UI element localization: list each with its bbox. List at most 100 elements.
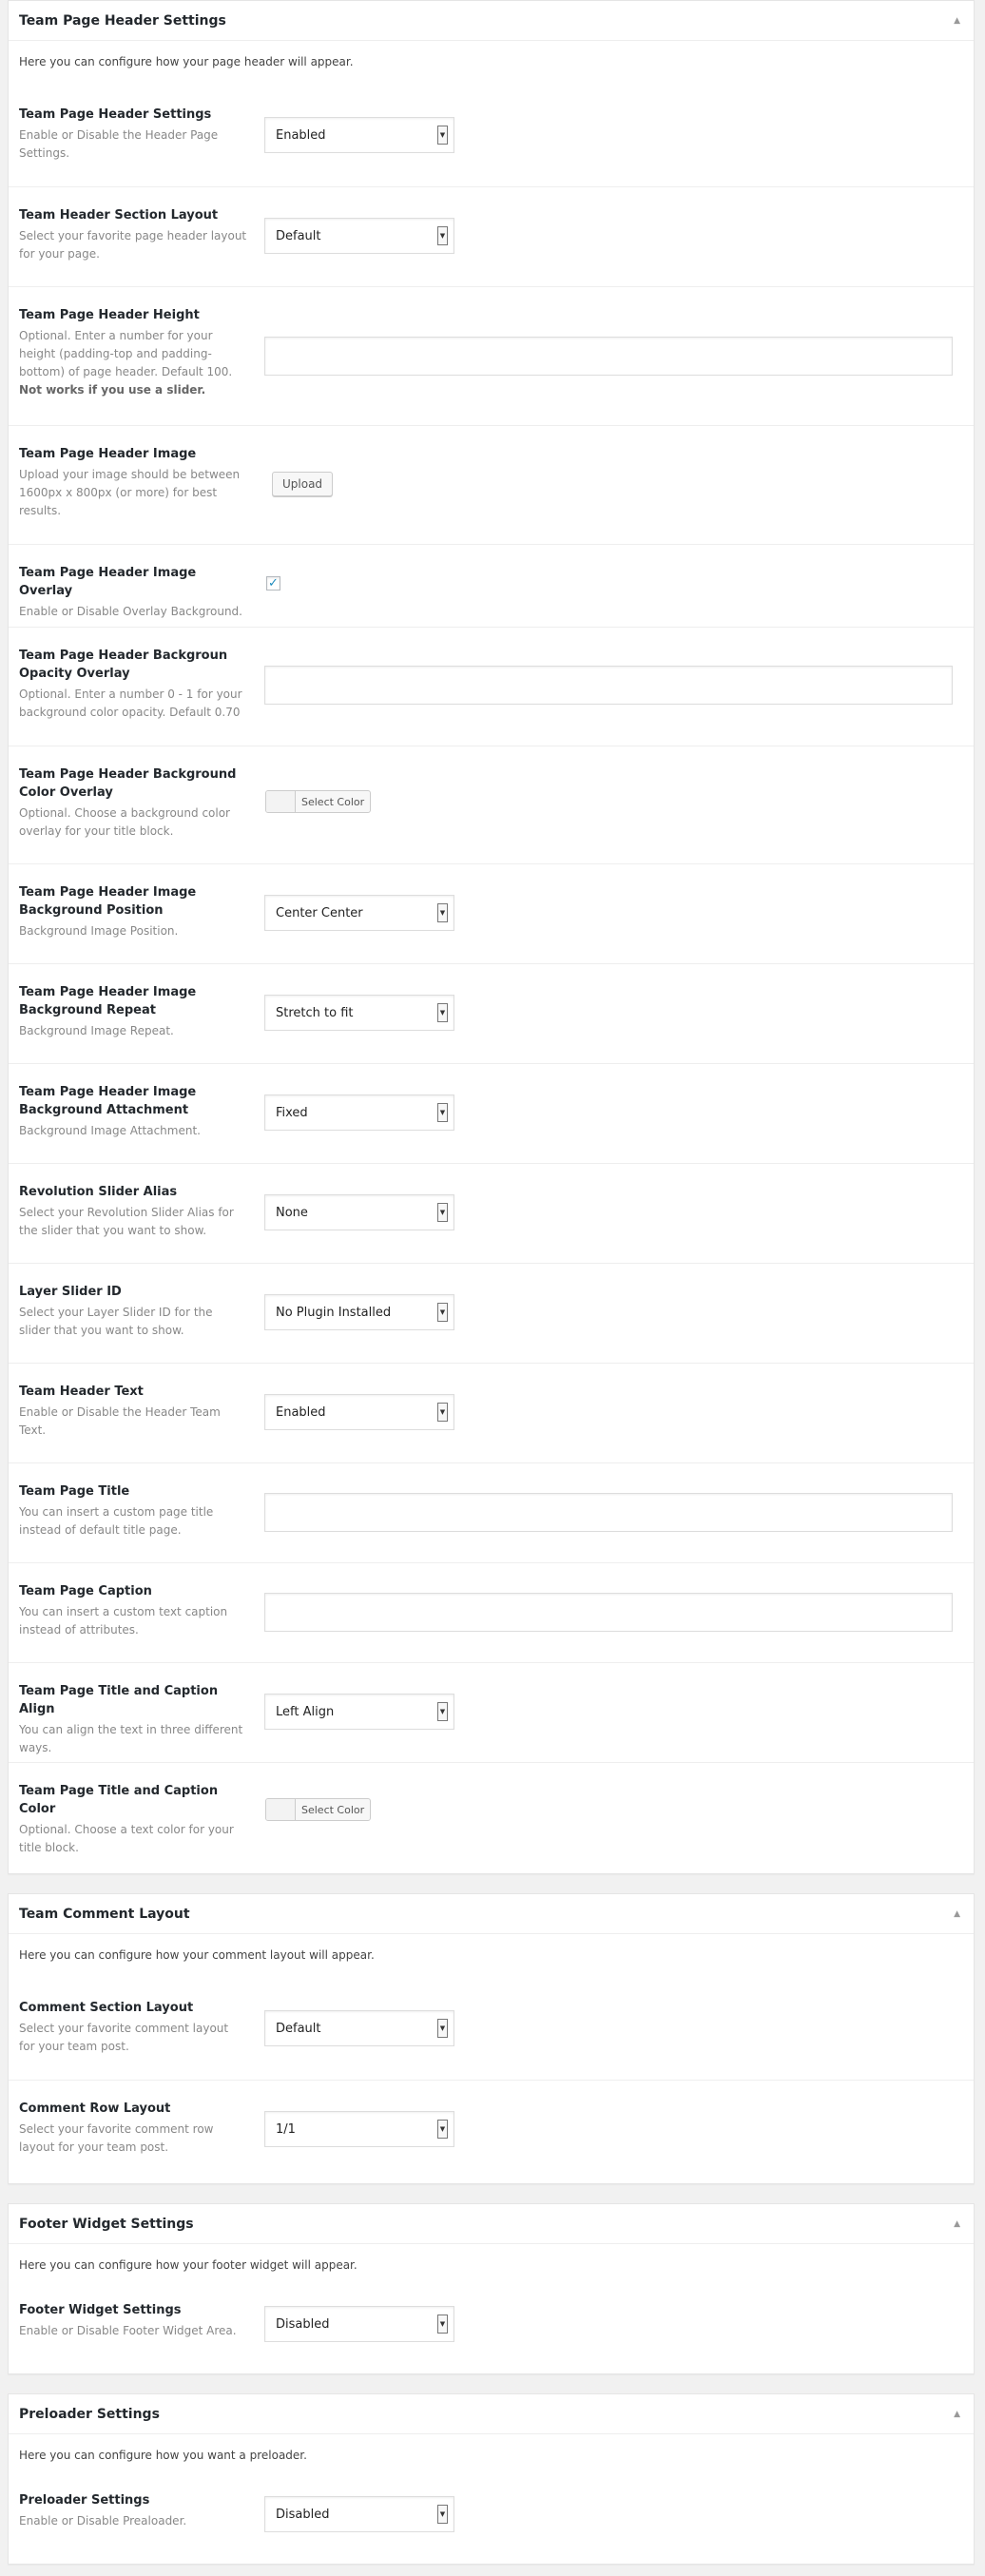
panel-intro: Here you can configure how your page hea…: [19, 55, 354, 68]
field-description: Optional. Enter a number for your height…: [19, 329, 233, 378]
field-description: Upload your image should be between 1600…: [19, 468, 241, 517]
select-value: No Plugin Installed: [276, 1305, 392, 1320]
image-overlay-checkbox[interactable]: ✓: [266, 576, 280, 591]
select-color-label: Select Color: [301, 1803, 365, 1816]
bg-attachment-select[interactable]: Fixed ▼: [264, 1094, 454, 1131]
dropdown-arrow-icon: ▼: [437, 903, 448, 922]
field-description: Background Image Attachment.: [19, 1124, 201, 1137]
caption-align-select[interactable]: Left Align ▼: [264, 1694, 454, 1730]
field-label: Revolution Slider Alias: [19, 1185, 178, 1199]
field-row-header-image: Team Page Header Image Upload your image…: [9, 425, 974, 544]
select-value: Default: [276, 228, 321, 243]
field-row-caption-align: Team Page Title and Caption Align You ca…: [9, 1662, 974, 1762]
field-row-bg-position: Team Page Header Image Background Positi…: [9, 863, 974, 963]
field-label: Team Header Section Layout: [19, 208, 219, 223]
select-value: Stretch to fit: [276, 1005, 354, 1020]
header-settings-select[interactable]: Enabled ▼: [264, 117, 454, 153]
header-text-select[interactable]: Enabled ▼: [264, 1394, 454, 1430]
field-row-section-layout: Team Header Section Layout Select your f…: [9, 186, 974, 286]
triangle-up-icon[interactable]: ▲: [954, 1909, 960, 1919]
footer-widget-select[interactable]: Disabled ▼: [264, 2306, 454, 2342]
bg-position-select[interactable]: Center Center ▼: [264, 895, 454, 931]
select-value: 1/1: [276, 2121, 296, 2137]
field-row-comment-row-layout: Comment Row Layout Select your favorite …: [9, 2080, 974, 2184]
field-row-revolution-slider: Revolution Slider Alias Select your Revo…: [9, 1163, 974, 1263]
field-description: Select your favorite comment row layout …: [19, 2122, 214, 2154]
dropdown-arrow-icon: ▼: [437, 126, 448, 145]
opacity-overlay-input[interactable]: [264, 666, 953, 705]
field-label: Team Page Header Settings: [19, 107, 212, 122]
panel-intro: Here you can configure how your comment …: [19, 1948, 375, 1962]
panel-footer-widget-settings: Footer Widget Settings ▲ Here you can co…: [8, 2203, 975, 2374]
select-color-button[interactable]: Select Color: [265, 1798, 372, 1821]
select-value: Disabled: [276, 2507, 330, 2522]
select-value: Left Align: [276, 1704, 335, 1719]
field-row-image-overlay: Team Page Header Image Overlay Enable or…: [9, 544, 974, 627]
panel-intro: Here you can configure how you want a pr…: [19, 2449, 307, 2462]
bg-repeat-select[interactable]: Stretch to fit ▼: [264, 995, 454, 1031]
field-description: Background Image Repeat.: [19, 1024, 174, 1037]
header-height-input[interactable]: [264, 337, 953, 376]
layer-slider-select[interactable]: No Plugin Installed ▼: [264, 1294, 454, 1330]
field-label: Team Page Title: [19, 1484, 130, 1499]
section-layout-select[interactable]: Default ▼: [264, 218, 454, 254]
field-description: You can insert a custom text caption ins…: [19, 1605, 228, 1637]
page-caption-input[interactable]: [264, 1593, 953, 1632]
dropdown-arrow-icon: ▼: [437, 2315, 448, 2334]
page-title-input[interactable]: [264, 1493, 953, 1532]
field-description: Optional. Choose a background color over…: [19, 806, 230, 838]
panel-title: Preloader Settings: [19, 2406, 160, 2422]
dropdown-arrow-icon: ▼: [437, 1003, 448, 1022]
field-label: Team Page Title and Caption Color: [19, 1784, 219, 1816]
triangle-up-icon[interactable]: ▲: [954, 2219, 960, 2229]
panel-header[interactable]: Preloader Settings ▲: [9, 2394, 974, 2434]
field-label: Team Page Header Image: [19, 447, 197, 461]
field-label: Comment Row Layout: [19, 2101, 171, 2116]
field-label: Team Page Header Image Overlay: [19, 566, 197, 598]
panel-header[interactable]: Team Page Header Settings ▲: [9, 1, 974, 41]
field-row-header-settings: Team Page Header Settings Enable or Disa…: [9, 87, 974, 186]
triangle-up-icon[interactable]: ▲: [954, 2410, 960, 2419]
field-row-header-height: Team Page Header Height Optional. Enter …: [9, 286, 974, 425]
field-description: You can insert a custom page title inste…: [19, 1505, 214, 1537]
field-label: Layer Slider ID: [19, 1285, 122, 1299]
field-label: Team Page Title and Caption Align: [19, 1684, 219, 1716]
field-row-caption-color: Team Page Title and Caption Color Option…: [9, 1762, 974, 1874]
dropdown-arrow-icon: ▼: [437, 2019, 448, 2038]
preloader-select[interactable]: Disabled ▼: [264, 2496, 454, 2532]
field-row-layer-slider: Layer Slider ID Select your Layer Slider…: [9, 1263, 974, 1363]
panel-title: Team Page Header Settings: [19, 12, 226, 29]
dropdown-arrow-icon: ▼: [437, 226, 448, 245]
dropdown-arrow-icon: ▼: [437, 1403, 448, 1422]
panel-header[interactable]: Team Comment Layout ▲: [9, 1894, 974, 1934]
dropdown-arrow-icon: ▼: [437, 1203, 448, 1222]
dropdown-arrow-icon: ▼: [437, 1702, 448, 1721]
dropdown-arrow-icon: ▼: [437, 1303, 448, 1322]
panel-header[interactable]: Footer Widget Settings ▲: [9, 2204, 974, 2244]
field-description: Background Image Position.: [19, 924, 179, 938]
field-description: Select your favorite page header layout …: [19, 229, 247, 261]
field-description: Optional. Choose a text color for your t…: [19, 1823, 234, 1854]
field-description: Select your favorite comment layout for …: [19, 2022, 229, 2053]
panel-team-page-header-settings: Team Page Header Settings ▲ Here you can…: [8, 0, 975, 1874]
select-color-button[interactable]: Select Color: [265, 790, 372, 813]
field-row-preloader: Preloader Settings Enable or Disable Pre…: [9, 2480, 974, 2565]
upload-button[interactable]: Upload: [272, 472, 334, 496]
triangle-up-icon[interactable]: ▲: [954, 16, 960, 26]
field-label: Team Header Text: [19, 1385, 144, 1399]
field-description: Enable or Disable Overlay Background.: [19, 605, 242, 618]
revolution-slider-select[interactable]: None ▼: [264, 1194, 454, 1230]
select-value: Fixed: [276, 1105, 308, 1120]
field-row-comment-section-layout: Comment Section Layout Select your favor…: [9, 1980, 974, 2080]
field-row-page-caption: Team Page Caption You can insert a custo…: [9, 1562, 974, 1662]
field-label: Footer Widget Settings: [19, 2303, 182, 2317]
comment-section-layout-select[interactable]: Default ▼: [264, 2010, 454, 2046]
field-row-bg-repeat: Team Page Header Image Background Repeat…: [9, 963, 974, 1063]
field-row-footer-widget: Footer Widget Settings Enable or Disable…: [9, 2290, 974, 2374]
field-row-bg-attachment: Team Page Header Image Background Attach…: [9, 1063, 974, 1163]
select-value: Enabled: [276, 1404, 326, 1420]
field-description: Select your Layer Slider ID for the slid…: [19, 1306, 213, 1337]
color-swatch: [266, 1799, 296, 1820]
comment-row-layout-select[interactable]: 1/1 ▼: [264, 2111, 454, 2147]
select-value: None: [276, 1205, 308, 1220]
